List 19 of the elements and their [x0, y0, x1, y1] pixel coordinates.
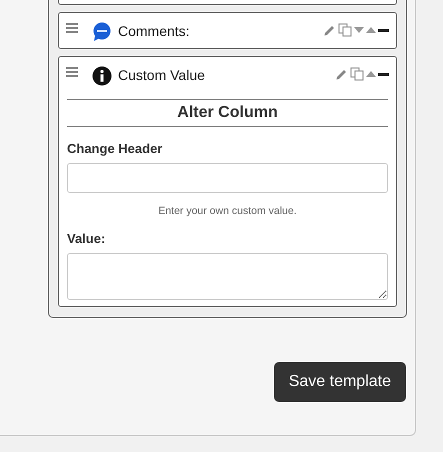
field-label: Change Header — [67, 141, 164, 156]
save-button[interactable]: Save template — [274, 362, 406, 402]
move-down-icon[interactable] — [354, 27, 364, 33]
copy-icon[interactable] — [350, 67, 364, 81]
field-title: Custom Value — [118, 66, 205, 82]
help-text: Enter your own custom value. — [157, 205, 298, 217]
copy-icon[interactable] — [338, 23, 352, 37]
drag-handle-icon[interactable] — [66, 67, 78, 77]
field-title: Comments: — [118, 22, 190, 38]
collapse-icon[interactable] — [378, 28, 389, 32]
drag-handle-icon[interactable] — [66, 23, 78, 33]
pencil-icon[interactable] — [323, 24, 336, 36]
input-field[interactable] — [67, 163, 388, 193]
field-label: Value: — [67, 231, 106, 246]
section-heading: Alter Column — [67, 99, 388, 127]
speech-bubble-icon — [92, 22, 112, 42]
collapse-icon[interactable] — [378, 72, 389, 76]
pencil-icon[interactable] — [335, 68, 348, 80]
info-icon — [92, 66, 112, 86]
